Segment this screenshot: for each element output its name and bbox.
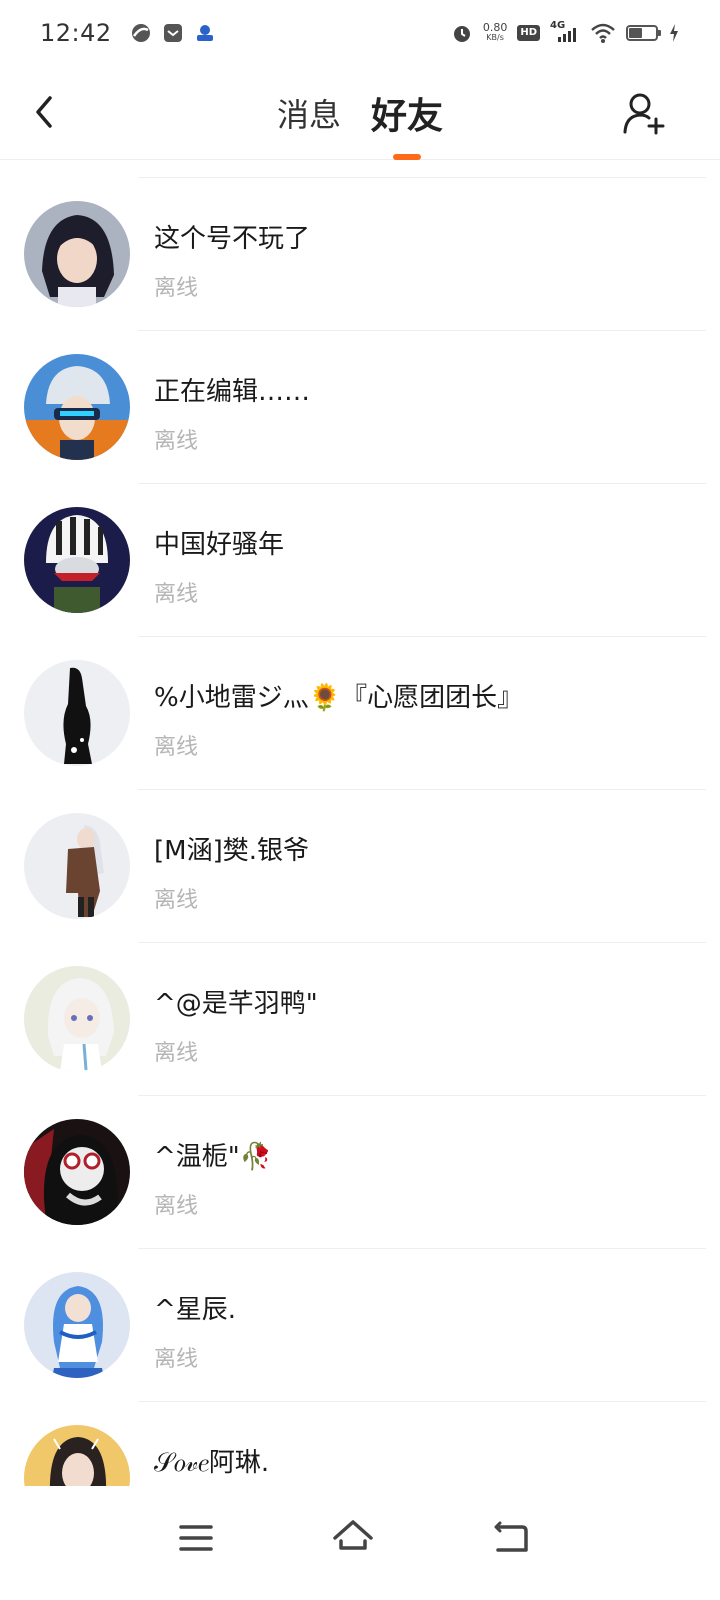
friend-row[interactable]: ^@是芊羽鸭" 离线 [0, 943, 720, 1096]
return-button[interactable] [480, 1508, 540, 1568]
tab-label: 好友 [371, 96, 444, 137]
avatar [24, 201, 130, 307]
friend-status: 离线 [154, 429, 199, 454]
avatar [24, 966, 130, 1072]
friend-row[interactable]: %小地雷ジ灬🌻『心愿团团长』 离线 [0, 637, 720, 790]
friend-row[interactable]: 𝒮𝑜𝓋𝑒阿琳. [0, 1402, 720, 1486]
avatar [24, 507, 130, 613]
friend-row[interactable]: 中国好骚年 离线 [0, 484, 720, 637]
status-time: 12:42 [40, 19, 112, 47]
avatar [24, 1425, 130, 1486]
friend-name: 中国好骚年 [154, 530, 285, 560]
home-button[interactable] [323, 1508, 383, 1568]
header: 消息 好友 [0, 66, 720, 160]
friend-status: 离线 [154, 735, 199, 760]
status-bar: 12:42 0.80 KB/s HD 4G [0, 0, 720, 66]
friend-name: 𝒮𝑜𝓋𝑒阿琳. [154, 1448, 270, 1478]
friend-row[interactable]: 这个号不玩了 离线 [0, 178, 720, 331]
friend-name: ^温栀"🥀 [154, 1142, 273, 1172]
friend-list[interactable]: 这个号不玩了 离线 正在编辑…… 离线 中国好骚年 离线 %小地雷ジ灬🌻『心愿团… [0, 160, 720, 1486]
add-user-icon [623, 93, 665, 135]
friend-row[interactable]: ^温栀"🥀 离线 [0, 1096, 720, 1249]
friend-row[interactable]: ^星辰. 离线 [0, 1249, 720, 1402]
add-friend-button[interactable] [622, 90, 666, 136]
friend-row[interactable]: [M涵]樊.银爷 离线 [0, 790, 720, 943]
tab-label: 消息 [276, 96, 341, 134]
system-nav-bar [0, 1486, 720, 1600]
friend-name: [M涵]樊.银爷 [154, 836, 309, 866]
friend-status: 离线 [154, 888, 199, 913]
friend-status: 离线 [154, 1347, 199, 1372]
battery-icon [626, 25, 661, 41]
tab-messages[interactable]: 消息 [277, 66, 341, 160]
friend-status: 离线 [154, 1041, 199, 1066]
friend-name: 正在编辑…… [154, 377, 311, 407]
badge-icon [196, 25, 213, 41]
cellular-signal-icon: 4G [550, 20, 580, 44]
friend-name: %小地雷ジ灬🌻『心愿团团长』 [154, 683, 524, 713]
charging-icon [670, 24, 678, 42]
avatar [24, 1119, 130, 1225]
menu-button[interactable] [166, 1508, 226, 1568]
friend-status: 离线 [154, 1194, 199, 1219]
back-icon [494, 1521, 528, 1552]
friend-row[interactable]: 正在编辑…… 离线 [0, 331, 720, 484]
net-speed: 0.80 KB/s [482, 21, 508, 43]
message-icon [163, 24, 182, 42]
home-icon [333, 1520, 373, 1550]
app-icon [131, 24, 150, 42]
tab-friends[interactable]: 好友 [371, 66, 443, 160]
avatar [24, 1272, 130, 1378]
alarm-icon [453, 26, 470, 42]
avatar [24, 354, 130, 460]
net-speed-unit: KB/s [486, 33, 504, 42]
tab-bar: 消息 好友 [0, 66, 720, 160]
wifi-icon [591, 23, 615, 43]
status-notification-icons [130, 22, 216, 44]
friend-name: 这个号不玩了 [154, 224, 311, 254]
status-system-icons: 0.80 KB/s HD 4G [451, 20, 680, 44]
friend-status: 离线 [154, 276, 199, 301]
hd-badge: HD [517, 25, 540, 41]
friend-status: 离线 [154, 582, 199, 607]
net-speed-value: 0.80 [482, 21, 508, 34]
avatar [24, 813, 130, 919]
avatar [24, 660, 130, 766]
friend-name: ^星辰. [154, 1295, 237, 1325]
menu-icon [179, 1525, 213, 1551]
friend-name: ^@是芊羽鸭" [154, 989, 318, 1019]
